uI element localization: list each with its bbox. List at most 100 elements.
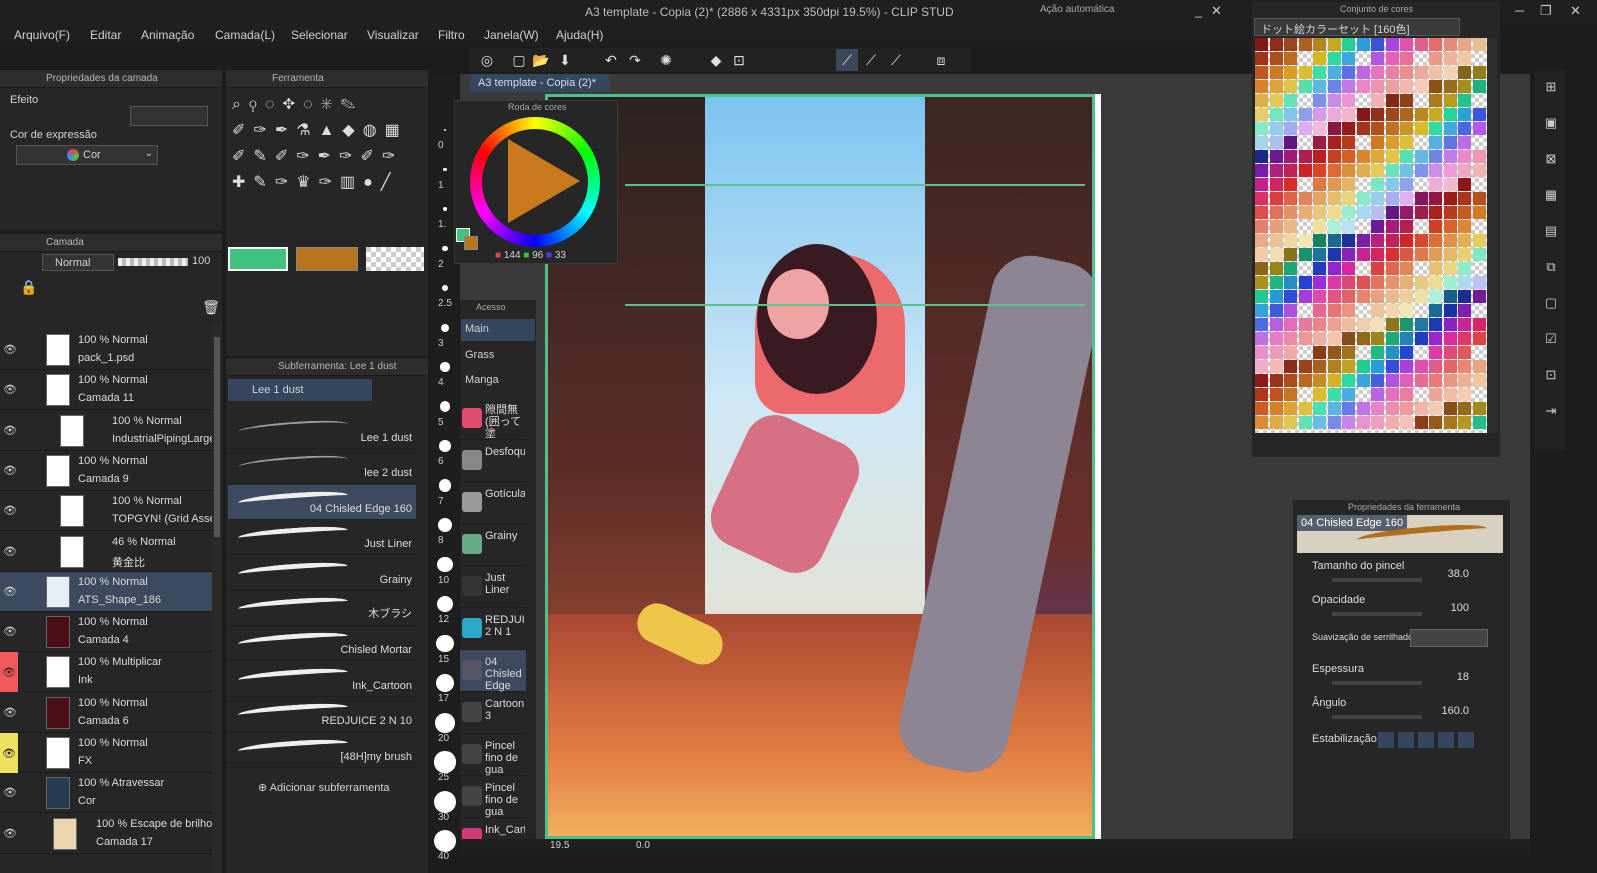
menu-edit[interactable]: Editar [90,28,121,42]
history-icon[interactable]: ⧉ [1540,256,1562,278]
color-swatch[interactable] [1342,66,1355,79]
menu-help[interactable]: Ajuda(H) [556,28,603,42]
color-swatch[interactable] [1429,318,1442,331]
close-app-icon[interactable]: ✕ [1570,3,1581,19]
color-swatch[interactable] [1472,416,1486,429]
color-swatch[interactable] [1371,164,1384,177]
color-swatch[interactable] [1356,234,1370,247]
color-swatch[interactable] [1284,332,1297,345]
color-swatch[interactable] [1443,38,1457,51]
color-swatch[interactable] [1313,122,1326,135]
rotation-value[interactable]: 0.0 [636,840,650,851]
color-swatch[interactable] [1385,248,1399,261]
color-swatch[interactable] [1472,234,1486,247]
eye-icon[interactable]: 👁 [3,343,17,356]
color-swatch[interactable] [1371,234,1384,247]
access-item[interactable]: 04 Chisled Edge [460,650,526,692]
color-swatch[interactable] [1342,150,1355,163]
color-swatch[interactable] [1298,290,1312,303]
color-swatch[interactable] [1429,388,1442,401]
color-swatch[interactable] [1327,290,1341,303]
color-swatch[interactable] [1443,80,1457,93]
color-swatch[interactable] [1269,290,1283,303]
color-swatch[interactable] [1284,374,1297,387]
brush-size-preset[interactable] [443,167,447,172]
color-swatch[interactable] [1327,276,1341,289]
color-swatch[interactable] [1342,318,1355,331]
snap-special-icon[interactable]: ⟋ [860,49,882,71]
color-swatch[interactable] [1443,416,1457,429]
color-swatch[interactable] [1327,136,1341,149]
color-swatch[interactable] [1443,66,1457,79]
color-swatch[interactable] [1327,262,1341,275]
color-swatch[interactable] [1429,66,1442,79]
color-swatch[interactable] [1400,52,1413,65]
color-swatch[interactable] [1472,332,1486,345]
color-swatch[interactable] [1385,290,1399,303]
color-swatch[interactable] [1385,346,1399,359]
color-swatch[interactable] [1458,206,1471,219]
color-swatch[interactable] [1414,192,1428,205]
brush-item[interactable]: REDJUICE 2 N 10 [228,697,416,733]
color-swatch[interactable] [1443,360,1457,373]
maximize-app-icon[interactable]: ❐ [1540,3,1552,19]
color-swatch[interactable] [1443,346,1457,359]
color-swatch[interactable] [1284,402,1297,415]
color-swatch[interactable] [1400,108,1413,121]
color-swatch[interactable] [1371,318,1384,331]
color-swatch[interactable] [1356,360,1370,373]
color-swatch[interactable] [1472,360,1486,373]
eye-icon[interactable]: 👁 [3,545,17,558]
color-swatch[interactable] [1414,108,1428,121]
color-swatch[interactable] [1356,276,1370,289]
color-swatch[interactable] [1385,360,1399,373]
color-swatch[interactable] [1400,94,1413,107]
color-swatch[interactable] [1313,234,1326,247]
brush-size-preset[interactable] [444,129,446,131]
item-bank-icon[interactable]: ☑ [1540,328,1562,350]
color-swatch[interactable] [1255,360,1268,373]
brush-size-preset[interactable] [434,830,456,852]
color-swatch[interactable] [1284,388,1297,401]
color-swatch[interactable] [1255,178,1268,191]
color-swatch[interactable] [1385,234,1399,247]
color-wheel-ring[interactable] [470,117,600,247]
color-swatch[interactable] [1327,360,1341,373]
color-swatch-grid[interactable] [1255,38,1487,433]
color-swatch[interactable] [1313,178,1326,191]
tool-opacity-value[interactable]: 100 [1451,602,1469,614]
eye-icon[interactable]: 👁 [0,652,18,693]
color-swatch[interactable] [1371,416,1384,429]
color-swatch[interactable] [1385,220,1399,233]
color-set-select[interactable]: ドット絵カラーセット [160色] [1254,18,1460,36]
color-swatch[interactable] [1443,220,1457,233]
color-swatch[interactable] [1269,206,1283,219]
color-swatch[interactable] [1385,108,1399,121]
layer-row[interactable]: 👁 100 % Normal IndustrialPipingLarge [0,410,212,451]
tool-grid[interactable]: ⌕⚲◌✥◌✳✎ ✐✑✒⚗▲◆◍▦ ✐✎✐✑✒✑✐✑ ✚✎✑♛✑▥●╱ [228,92,428,222]
color-swatch[interactable] [1284,136,1297,149]
color-swatch[interactable] [1313,248,1326,261]
eye-icon[interactable]: 👁 [3,464,17,477]
layer-search-icon[interactable]: ▦ [1540,184,1562,206]
color-swatch[interactable] [1371,66,1384,79]
color-swatch[interactable] [1313,374,1326,387]
color-swatch[interactable] [1255,262,1268,275]
color-swatch[interactable] [1429,178,1442,191]
color-swatch[interactable] [1356,122,1370,135]
color-swatch[interactable] [1327,150,1341,163]
opacity-row[interactable]: Opacidade 100 [1300,593,1495,623]
antialias-selector[interactable] [1410,629,1488,647]
color-swatch[interactable] [1356,206,1370,219]
color-swatch[interactable] [1385,304,1399,317]
color-swatch[interactable] [1284,220,1297,233]
color-swatch[interactable] [1371,220,1384,233]
color-swatch[interactable] [1298,360,1312,373]
color-swatch[interactable] [1356,164,1370,177]
layer-row[interactable]: 👁 100 % Normal Camada 6 [0,692,212,733]
color-swatch[interactable] [1385,164,1399,177]
color-swatch[interactable] [1255,416,1268,429]
color-swatch[interactable] [1371,374,1384,387]
color-swatch[interactable] [1356,374,1370,387]
color-swatch[interactable] [1269,220,1283,233]
